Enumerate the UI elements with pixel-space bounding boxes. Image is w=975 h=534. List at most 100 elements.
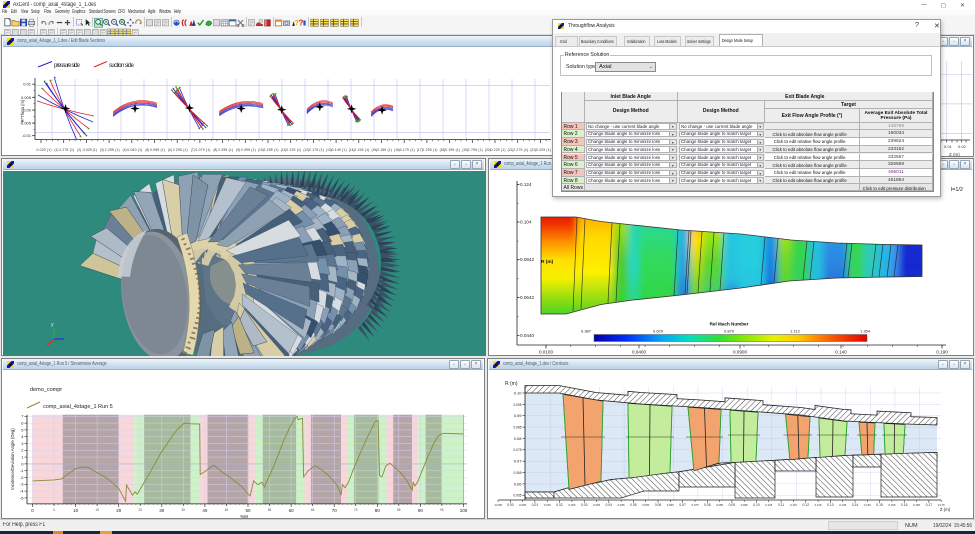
svg-text:10: 10 — [73, 508, 79, 513]
svg-text:0.005: 0.005 — [21, 95, 32, 100]
svg-text:-0.01: -0.01 — [22, 133, 32, 138]
svg-text:0.105: 0.105 — [765, 503, 772, 507]
svg-text:pressure side: pressure side — [54, 63, 81, 69]
svg-text:0.02: 0.02 — [556, 503, 563, 507]
svg-text:2.175 (1): 2.175 (1) — [309, 148, 324, 152]
svg-text:0.15: 0.15 — [876, 503, 883, 507]
svg-text:25: 25 — [138, 508, 142, 512]
svg-text:0.0900: 0.0900 — [733, 350, 747, 355]
svg-text:0.07: 0.07 — [679, 503, 686, 507]
svg-text:0.055: 0.055 — [514, 494, 522, 498]
svg-text:0.0842: 0.0842 — [520, 257, 534, 262]
svg-text:50: 50 — [245, 508, 251, 513]
svg-text:0.085: 0.085 — [514, 426, 522, 430]
svg-text:0.07: 0.07 — [514, 459, 523, 464]
svg-text:R (m): R (m) — [541, 259, 554, 265]
svg-text:1: 1 — [21, 455, 24, 460]
svg-text:0.14: 0.14 — [852, 503, 859, 507]
svg-text:0.229 (1): 0.229 (1) — [491, 148, 506, 152]
svg-text:75: 75 — [354, 508, 358, 512]
svg-text:-1: -1 — [20, 468, 24, 473]
svg-text:0.04: 0.04 — [605, 503, 612, 507]
svg-text:90: 90 — [418, 508, 424, 513]
svg-text:(4): (4) — [123, 148, 127, 152]
svg-text:(3): (3) — [100, 148, 104, 152]
svg-text:(6): (6) — [168, 148, 172, 152]
svg-text:1.112: 1.112 — [790, 329, 800, 334]
svg-text:-0.029 (1): -0.029 (1) — [82, 148, 97, 152]
svg-text:Z (m): Z (m) — [949, 152, 960, 157]
svg-text:0.08: 0.08 — [704, 503, 711, 507]
svg-text:0.01: 0.01 — [23, 82, 32, 87]
svg-text:0.10: 0.10 — [514, 390, 523, 395]
svg-text:0.870: 0.870 — [724, 329, 735, 334]
svg-text:0.149 (1): 0.149 (1) — [332, 148, 347, 152]
svg-text:0.035: 0.035 — [593, 503, 600, 507]
svg-text:suction side: suction side — [109, 63, 135, 69]
svg-text:2.795 (1): 2.795 (1) — [468, 148, 483, 152]
svg-text:0.0400: 0.0400 — [632, 350, 646, 355]
svg-text:70: 70 — [332, 508, 338, 513]
svg-text:R*Theta (m): R*Theta (m) — [20, 99, 25, 122]
svg-text:15: 15 — [95, 508, 99, 512]
svg-text:0.045: 0.045 — [618, 503, 625, 507]
svg-text:100: 100 — [460, 508, 468, 513]
svg-text:0.125: 0.125 — [815, 503, 822, 507]
svg-text:0.124: 0.124 — [520, 182, 532, 187]
svg-text:0.0100: 0.0100 — [539, 350, 553, 355]
svg-text:45: 45 — [225, 508, 229, 512]
svg-text:85: 85 — [397, 508, 401, 512]
svg-text:0.059 (1): 0.059 (1) — [150, 148, 165, 152]
svg-text:2.295 (1): 2.295 (1) — [264, 148, 279, 152]
svg-text:0.104: 0.104 — [520, 220, 532, 225]
svg-text:0.05: 0.05 — [630, 503, 637, 507]
svg-text:35: 35 — [182, 508, 186, 512]
svg-text:0.229 (1): 0.229 (1) — [536, 148, 551, 152]
svg-text:60: 60 — [289, 508, 295, 513]
svg-text:0.03: 0.03 — [581, 503, 588, 507]
svg-text:2.195 (1): 2.195 (1) — [354, 148, 369, 152]
svg-text:2.295 (1): 2.295 (1) — [173, 148, 188, 152]
svg-text:0.199 (1): 0.199 (1) — [445, 148, 460, 152]
svg-text:0.02: 0.02 — [958, 144, 967, 149]
svg-text:0.179 (1): 0.179 (1) — [400, 148, 415, 152]
svg-text:0.01: 0.01 — [944, 144, 953, 149]
svg-text:-2: -2 — [20, 475, 24, 480]
svg-text:0.015: 0.015 — [544, 503, 551, 507]
svg-text:comp_axial_4stage_1 Run 5: comp_axial_4stage_1 Run 5 — [43, 404, 113, 410]
svg-text:0.085: 0.085 — [716, 503, 723, 507]
svg-text:0.09: 0.09 — [729, 503, 736, 507]
svg-text:0.629: 0.629 — [653, 329, 664, 334]
svg-text:30: 30 — [159, 508, 165, 513]
svg-text:0.0440: 0.0440 — [520, 333, 534, 338]
svg-text:-0.005: -0.005 — [494, 503, 502, 507]
svg-text:0.115: 0.115 — [790, 503, 797, 507]
svg-text:1.354: 1.354 — [860, 329, 871, 334]
svg-text:0.00: 0.00 — [507, 503, 514, 507]
svg-text:2.295 (1): 2.295 (1) — [218, 148, 233, 152]
svg-text:0.11: 0.11 — [778, 503, 784, 507]
svg-text:0.16: 0.16 — [901, 503, 908, 507]
svg-text:5: 5 — [53, 508, 55, 512]
svg-text:0.055: 0.055 — [642, 503, 649, 507]
svg-text:2.275 (1): 2.275 (1) — [59, 148, 74, 152]
svg-text:0.135: 0.135 — [839, 503, 846, 507]
svg-text:2: 2 — [21, 448, 24, 453]
svg-text:0.190: 0.190 — [936, 350, 948, 355]
svg-text:Incidence/Deviation Angle (Deg: Incidence/Deviation Angle (Deg) — [10, 428, 15, 490]
svg-text:0: 0 — [21, 461, 24, 466]
svg-text:55: 55 — [268, 508, 272, 512]
svg-text:0.095: 0.095 — [514, 403, 522, 407]
svg-text:0.095: 0.095 — [741, 503, 748, 507]
svg-text:0.079 (1): 0.079 (1) — [195, 148, 210, 152]
svg-text:0.387: 0.387 — [581, 329, 592, 334]
svg-text:80: 80 — [375, 508, 381, 513]
svg-text:(2): (2) — [77, 148, 81, 152]
svg-text:4: 4 — [21, 434, 24, 439]
svg-text:0.10: 0.10 — [753, 503, 760, 507]
svg-text:0.09: 0.09 — [514, 413, 523, 418]
svg-text:0.0642: 0.0642 — [520, 295, 534, 300]
svg-text:Rel Mach Number: Rel Mach Number — [710, 322, 749, 327]
svg-text:(8): (8) — [213, 148, 217, 152]
svg-text:65: 65 — [311, 508, 315, 512]
